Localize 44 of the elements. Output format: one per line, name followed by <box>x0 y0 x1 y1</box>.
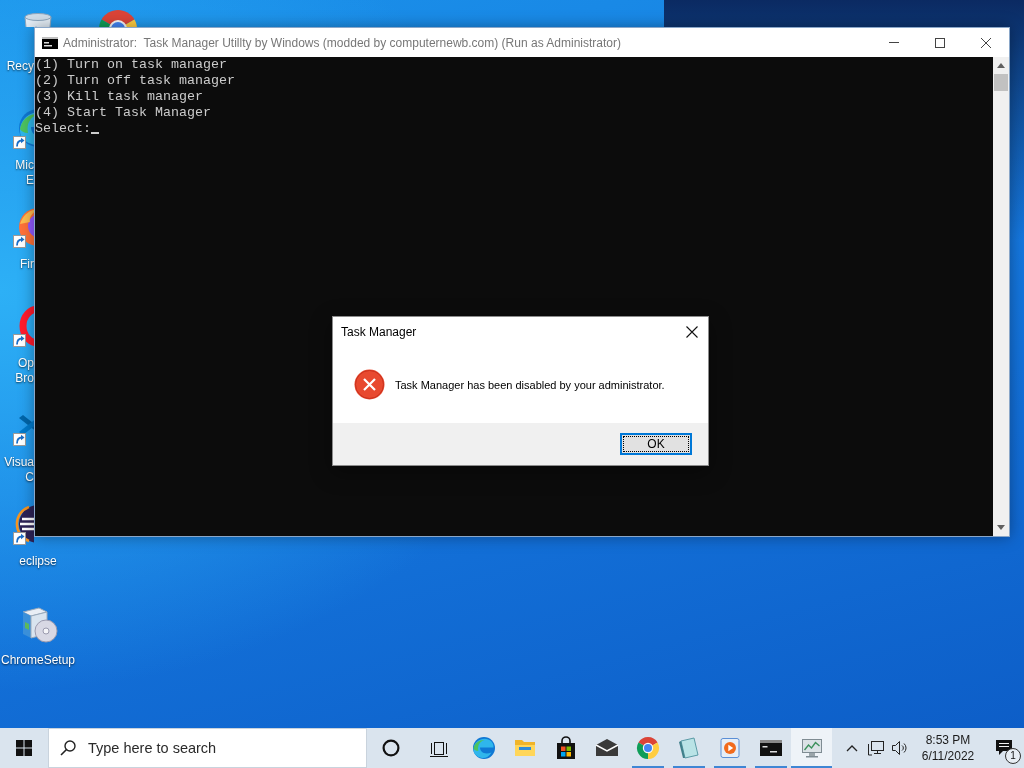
ok-button[interactable]: OK <box>620 433 692 455</box>
maximize-icon <box>935 37 945 48</box>
shortcut-label: Op Bro <box>14 356 34 386</box>
monitor-chart-icon <box>799 736 824 760</box>
caret-down-icon <box>997 525 1005 530</box>
shortcut-label: Recy <box>5 59 34 74</box>
shortcut-label: Fir <box>19 257 34 272</box>
swirl-icon <box>471 736 496 760</box>
window-title: Administrator: Task Manager Utillty by Windows (modded by computernewb.com) (Run as Administrator) <box>63 35 622 50</box>
caret-up-icon <box>997 63 1005 68</box>
error-icon <box>354 369 385 400</box>
speaker-icon[interactable] <box>891 740 909 756</box>
shortcut-label: Mic E <box>14 158 34 188</box>
close-icon <box>981 37 991 48</box>
play-icon <box>717 736 742 760</box>
console-line: (2) Turn off task manager <box>35 73 235 88</box>
notification-badge: 1 <box>1005 748 1021 764</box>
oval-ring-icon[interactable] <box>13 305 34 347</box>
ring-icon <box>382 739 400 757</box>
clock-date[interactable]: 6/11/2022 <box>921 748 975 764</box>
minimize-icon <box>889 42 899 43</box>
windows-logo-icon <box>16 740 32 756</box>
console-line: (1) Turn on task manager <box>35 57 227 72</box>
cursor-icon <box>91 132 99 134</box>
search-icon <box>60 740 76 756</box>
scrollbar-thumb[interactable] <box>994 74 1008 91</box>
terminal-icon <box>42 36 58 49</box>
clock-time[interactable]: 8:53 PM <box>925 732 971 748</box>
console-line: (3) Kill task manager <box>35 89 203 104</box>
close-icon <box>686 325 698 338</box>
shortcut-label: Visua C <box>3 455 34 485</box>
console-line: (4) Start Task Manager <box>35 105 211 120</box>
shortcut-label: ChromeSetup <box>0 653 76 668</box>
search-field[interactable]: Type here to search <box>88 737 338 759</box>
shortcut-label: eclipse <box>18 554 58 569</box>
network-icon[interactable] <box>867 740 885 756</box>
segmented-circle-icon <box>635 736 660 760</box>
dialog-message: Task Manager has been disabled by your administrator. <box>395 378 665 391</box>
chevron-up-icon <box>846 744 858 752</box>
task-view-icon <box>430 739 448 757</box>
notepad-icon <box>676 736 701 760</box>
dialog-title: Task Manager <box>341 324 418 339</box>
console-prompt: Select: <box>35 121 91 136</box>
search-bar[interactable]: Type here to search <box>48 728 367 768</box>
